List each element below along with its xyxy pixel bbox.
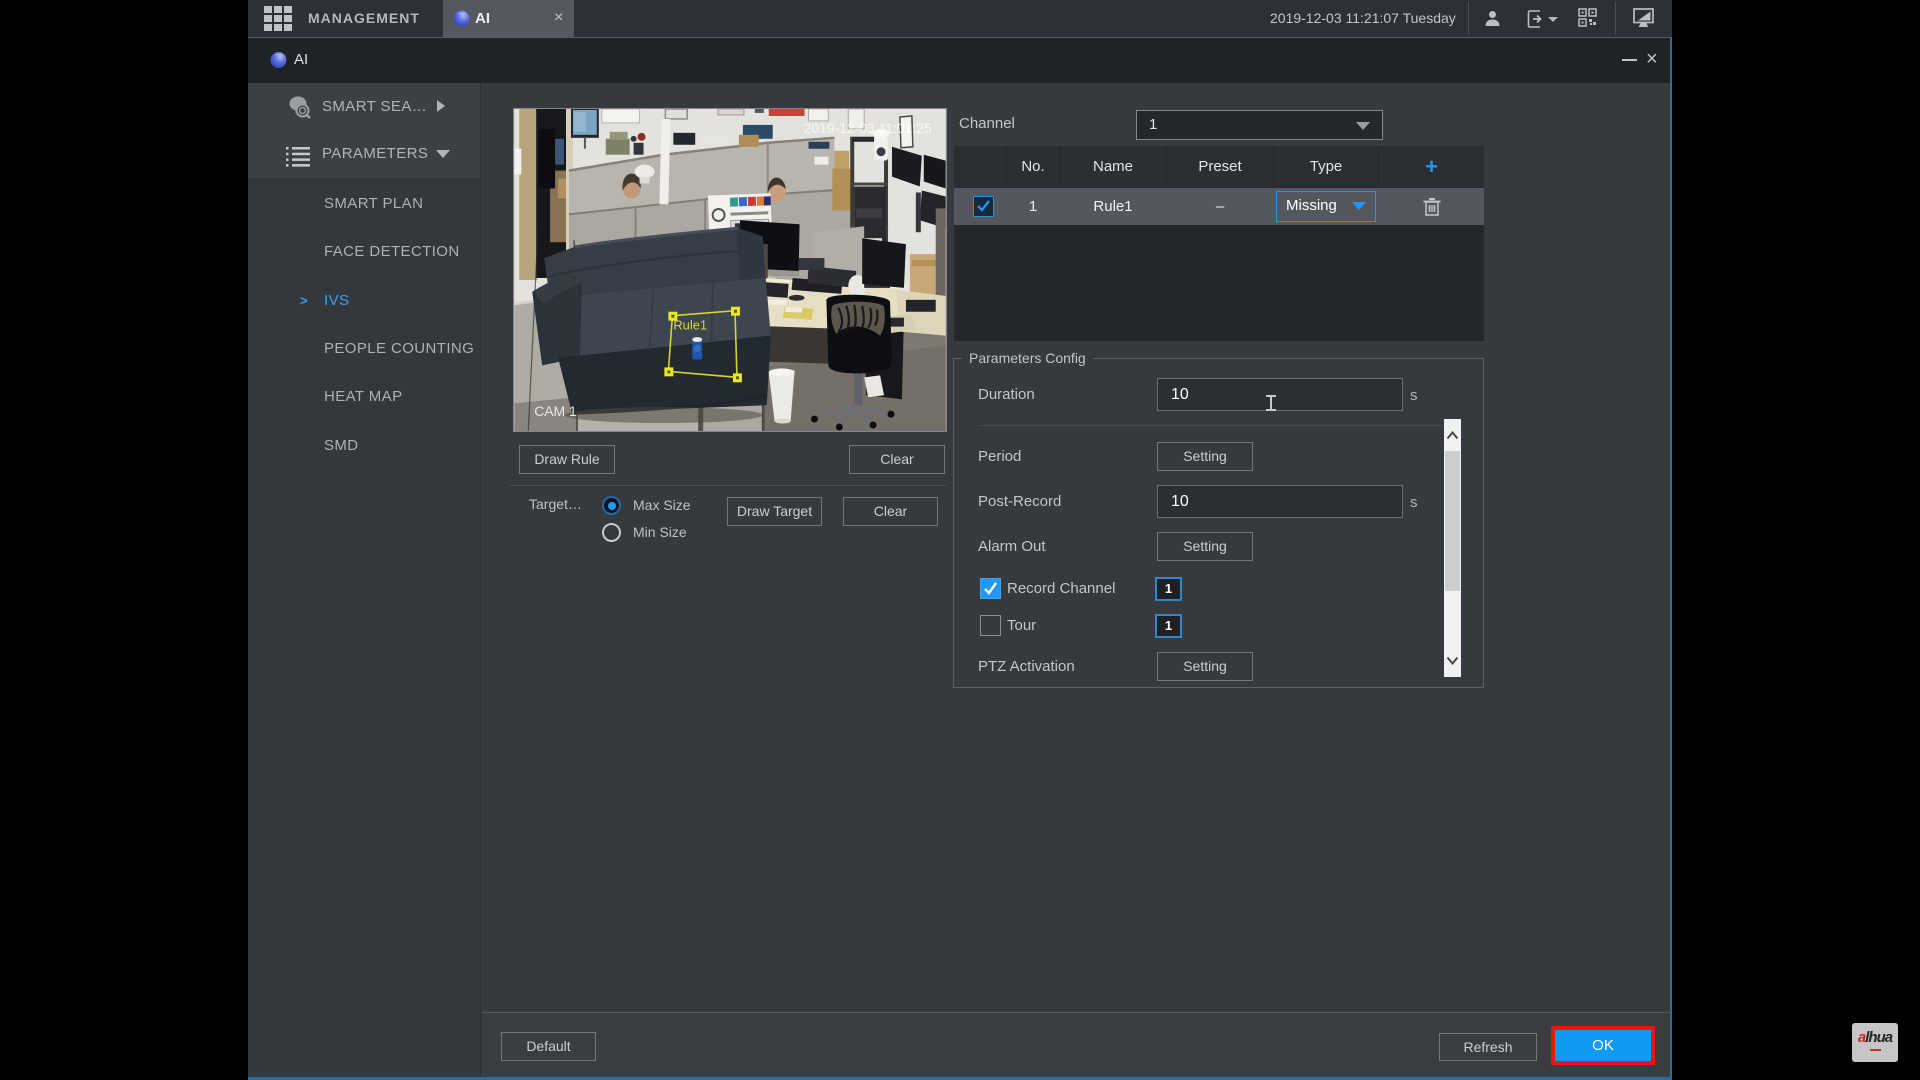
svg-text:CAM 1: CAM 1 (534, 403, 577, 419)
svg-text:2019-12-03 11:01:25: 2019-12-03 11:01:25 (804, 120, 932, 136)
svg-text:Rule1: Rule1 (673, 318, 707, 333)
